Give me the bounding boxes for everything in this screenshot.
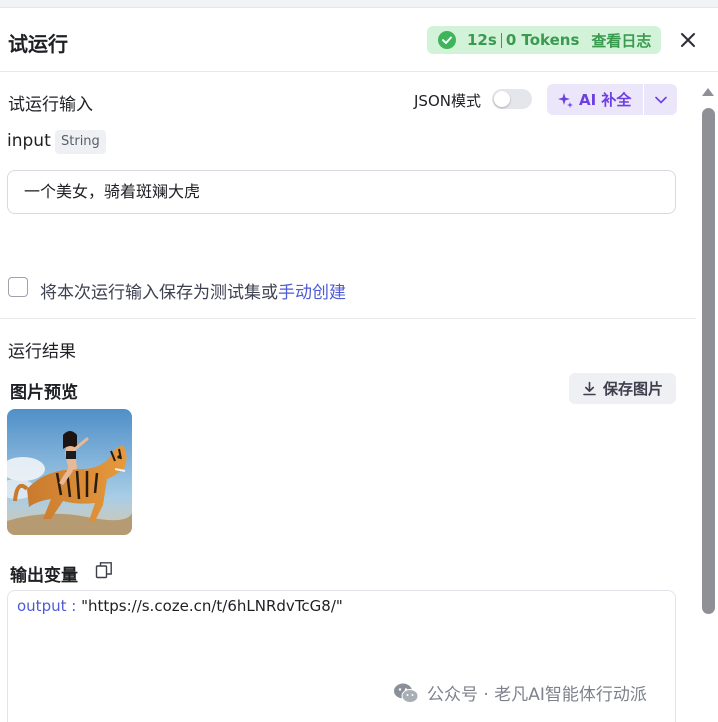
save-testset-checkbox[interactable]	[8, 277, 28, 297]
toggle-knob	[494, 91, 510, 107]
close-icon	[681, 33, 695, 47]
param-type-tag: String	[55, 130, 106, 154]
manual-create-link[interactable]: 手动创建	[278, 283, 346, 303]
param-name: input	[7, 131, 51, 151]
top-strip	[0, 0, 718, 8]
save-image-label: 保存图片	[602, 380, 663, 398]
wechat-watermark: 公众号 · 老凡AI智能体行动派	[393, 680, 647, 705]
view-log-link[interactable]: 查看日志	[591, 30, 651, 51]
watermark-text: 公众号 · 老凡AI智能体行动派	[427, 685, 647, 705]
panel-title: 试运行	[8, 32, 68, 56]
scroll-up-arrow[interactable]	[700, 86, 716, 98]
output-variable-line: output : "https://s.coze.cn/t/6hLNRdvTcG…	[17, 597, 343, 615]
json-mode-label: JSON模式	[414, 92, 481, 110]
panel-header: 试运行 12s 0 Tokens 查看日志	[0, 8, 718, 72]
ai-fill-button[interactable]: AI 补全	[547, 84, 643, 115]
tiger-rider-image	[7, 409, 132, 535]
generated-image-preview[interactable]	[7, 409, 132, 535]
input-text-field[interactable]: 一个美女，骑着斑斓大虎	[7, 170, 676, 214]
chevron-down-icon	[654, 96, 667, 104]
input-section-title: 试运行输入	[8, 95, 93, 115]
output-key: output	[17, 597, 67, 615]
save-testset-label: 将本次运行输入保存为测试集或手动创建	[40, 278, 346, 303]
output-vars-title: 输出变量	[10, 566, 78, 586]
ai-fill-button-group: AI 补全	[547, 84, 677, 115]
section-divider	[0, 318, 696, 319]
save-image-button[interactable]: 保存图片	[569, 373, 676, 404]
wechat-icon	[394, 683, 419, 703]
check-circle-icon	[438, 31, 456, 49]
output-colon: :	[66, 597, 82, 615]
sparkle-icon	[558, 92, 573, 108]
triangle-up-icon	[702, 88, 714, 96]
save-testset-text: 将本次运行输入保存为测试集或	[40, 283, 278, 303]
result-section-title: 运行结果	[8, 342, 76, 362]
close-button[interactable]	[676, 28, 700, 52]
token-count: 0 Tokens	[505, 31, 580, 49]
download-icon	[583, 381, 596, 396]
status-separator	[500, 32, 502, 48]
json-mode-toggle[interactable]	[492, 89, 532, 109]
ai-fill-dropdown[interactable]	[644, 84, 677, 115]
output-value: "https://s.coze.cn/t/6hLNRdvTcG8/"	[81, 597, 343, 615]
run-status-pill: 12s 0 Tokens 查看日志	[427, 26, 661, 54]
image-preview-title: 图片预览	[10, 383, 78, 403]
copy-icon[interactable]	[95, 561, 113, 579]
run-time: 12s	[467, 31, 497, 49]
scrollbar-thumb[interactable]	[702, 108, 715, 614]
ai-fill-label: AI 补全	[579, 91, 632, 109]
